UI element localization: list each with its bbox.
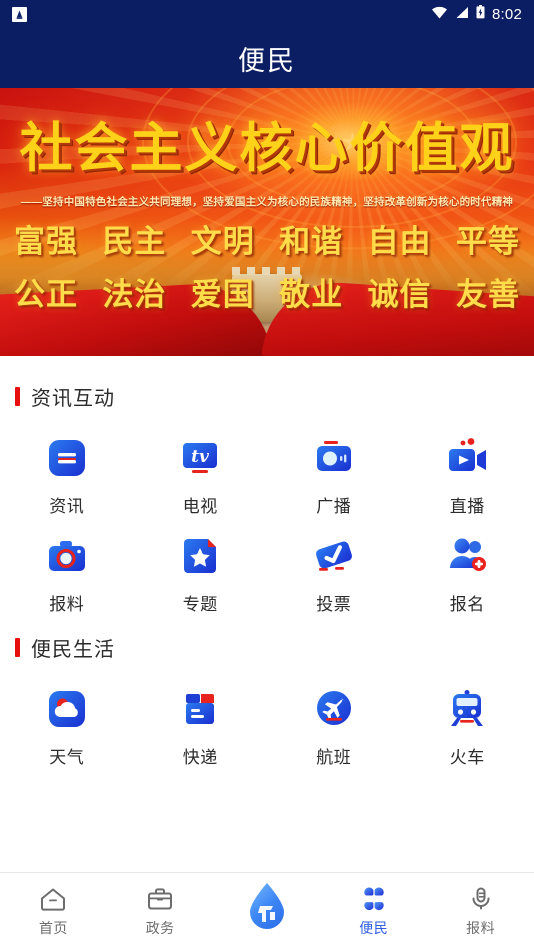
core-value: 富强 — [14, 224, 78, 260]
grid-item-radio[interactable]: 广播 — [267, 423, 401, 521]
battery-charging-icon — [476, 5, 485, 23]
core-values-row-1: 富强 民主 文明 和谐 自由 平等 — [14, 216, 520, 261]
grid-item-train[interactable]: 火车 — [401, 674, 534, 772]
camera-icon — [44, 533, 90, 579]
core-value: 诚信 — [367, 277, 432, 313]
page-title: 便民 — [238, 45, 296, 76]
tab-label: 便民 — [359, 920, 389, 936]
briefcase-icon — [146, 886, 174, 912]
tab-convenience[interactable]: 便民 — [320, 873, 427, 938]
app-bar: 便民 — [0, 28, 534, 88]
tv-icon: tv — [177, 435, 223, 481]
grid-item-signup[interactable]: 报名 — [401, 521, 534, 619]
cell-signal-icon — [455, 6, 469, 23]
weather-cloud-icon — [44, 686, 90, 732]
topic-star-icon — [177, 533, 223, 579]
microphone-icon — [467, 886, 495, 912]
grid-item-label: 资讯 — [49, 497, 85, 516]
core-values-list: 富强 民主 文明 和谐 自由 平等 公正 法治 爱国 敬业 诚信 友善 — [0, 216, 534, 322]
grid-item-label: 快递 — [182, 748, 218, 767]
section-title: 资讯互动 — [31, 388, 115, 410]
grid-item-weather[interactable]: 天气 — [0, 674, 134, 772]
core-value: 法治 — [102, 277, 167, 313]
section-header-life: 便民生活 — [0, 619, 534, 668]
express-box-icon — [177, 686, 223, 732]
status-bar-right: 8:02 — [431, 5, 522, 23]
core-value: 爱国 — [190, 277, 255, 313]
wifi-icon — [431, 6, 448, 23]
grid-item-label: 天气 — [49, 748, 85, 767]
signup-people-icon — [444, 533, 490, 579]
live-video-icon — [444, 435, 490, 481]
news-icon — [44, 435, 90, 481]
banner-subtitle: ——坚持中国特色社会主义共同理想，坚持爱国主义为核心的民族精神，坚持改革创新为核… — [20, 196, 514, 208]
grid-item-vote[interactable]: 投票 — [267, 521, 401, 619]
core-value: 平等 — [455, 224, 520, 260]
grid-item-label: 直播 — [449, 497, 485, 516]
core-values-row-2: 公正 法治 爱国 敬业 诚信 友善 — [14, 269, 520, 314]
tab-label: 政务 — [145, 920, 175, 936]
section-header-news: 资讯互动 — [0, 368, 534, 417]
grid-item-live[interactable]: 直播 — [401, 423, 534, 521]
tab-center-action[interactable] — [214, 873, 321, 929]
core-value: 文明 — [190, 224, 255, 260]
core-value: 自由 — [367, 224, 432, 260]
app-screen: 8:02 便民 ★ 社会主义核心价值观 ——坚持中国特色社会主义共同理想，坚持爱… — [0, 0, 534, 950]
flight-plane-icon — [311, 686, 357, 732]
clover-icon — [360, 886, 388, 912]
grid-item-label: 专题 — [182, 595, 218, 614]
svg-text:tv: tv — [191, 447, 210, 467]
section-title: 便民生活 — [31, 639, 115, 661]
tab-label: 报料 — [466, 920, 496, 936]
tab-government[interactable]: 政务 — [107, 873, 214, 938]
grid-convenience-life: 天气 快递 航班 火车 — [0, 668, 534, 772]
grid-item-express[interactable]: 快递 — [134, 674, 268, 772]
section-accent-bar — [15, 638, 20, 657]
core-values-banner[interactable]: ★ 社会主义核心价值观 ——坚持中国特色社会主义共同理想，坚持爱国主义为核心的民… — [0, 88, 534, 356]
tab-report[interactable]: 报料 — [427, 873, 534, 938]
app-notification-icon — [12, 6, 27, 22]
grid-news-interaction: 资讯 tv 电视 广播 直播 报料 专题 投票 报名 — [0, 417, 534, 619]
tab-label: 首页 — [38, 920, 68, 936]
main-content: 资讯互动 资讯 tv 电视 广播 直播 报料 专题 投票 报名 便民生活 天气 … — [0, 356, 534, 872]
home-icon — [39, 886, 67, 912]
grid-item-camera-report[interactable]: 报料 — [0, 521, 134, 619]
clock-time: 8:02 — [492, 5, 522, 23]
core-value: 公正 — [14, 277, 78, 313]
grid-item-topic[interactable]: 专题 — [134, 521, 268, 619]
grid-item-label: 投票 — [316, 595, 352, 614]
tab-home[interactable]: 首页 — [0, 873, 107, 938]
banner-title: 社会主义核心价值观 — [19, 117, 515, 179]
core-value: 民主 — [102, 224, 167, 260]
grid-item-news[interactable]: 资讯 — [0, 423, 134, 521]
core-value: 友善 — [455, 277, 520, 313]
grid-item-label: 报料 — [49, 595, 85, 614]
grid-item-label: 电视 — [182, 497, 218, 516]
grid-item-label: 报名 — [449, 595, 485, 614]
status-bar-left — [12, 6, 27, 22]
grid-item-label: 火车 — [449, 748, 485, 767]
grid-item-label: 航班 — [316, 748, 352, 767]
vote-check-icon — [311, 533, 357, 579]
water-drop-fab-icon[interactable] — [239, 879, 295, 935]
grid-item-tv[interactable]: tv 电视 — [134, 423, 268, 521]
core-value: 和谐 — [279, 224, 344, 260]
bottom-navigation-bar: 首页 政务 便民 报料 — [0, 872, 534, 950]
grid-item-flight[interactable]: 航班 — [267, 674, 401, 772]
radio-icon — [311, 435, 357, 481]
section-accent-bar — [15, 387, 20, 406]
train-icon — [444, 686, 490, 732]
core-value: 敬业 — [279, 277, 344, 313]
grid-item-label: 广播 — [316, 497, 352, 516]
status-bar: 8:02 — [0, 0, 534, 28]
